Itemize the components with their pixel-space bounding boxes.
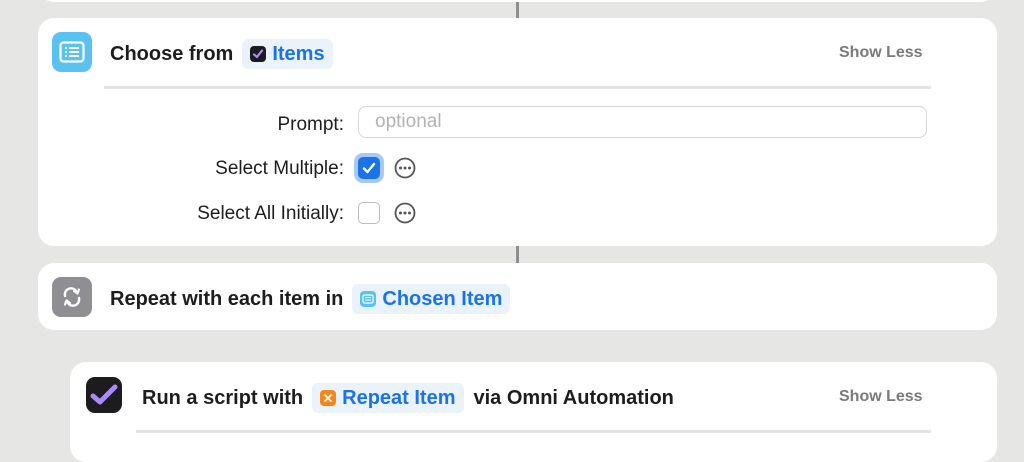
omnifocus-check-icon xyxy=(250,46,267,62)
ellipsis-circle-icon[interactable] xyxy=(394,202,416,224)
token-label: Items xyxy=(272,42,325,65)
prompt-input[interactable] xyxy=(358,106,927,138)
show-less-button[interactable]: Show Less xyxy=(839,388,923,406)
select-all-initially-checkbox[interactable] xyxy=(358,202,380,224)
omnifocus-check-icon xyxy=(86,377,122,413)
select-multiple-label: Select Multiple: xyxy=(215,158,344,179)
repeat-action-card[interactable]: Repeat with each item in Chosen Item xyxy=(38,263,997,330)
items-variable-token[interactable]: Items xyxy=(242,39,333,69)
choose-from-title-row: Choose from Items xyxy=(110,39,333,69)
flow-connector-middle xyxy=(516,246,519,263)
action-title: Run a script with xyxy=(142,386,304,409)
list-icon xyxy=(360,291,377,307)
action-title: Choose from xyxy=(110,42,234,65)
repeat-title-row: Repeat with each item in Chosen Item xyxy=(110,284,511,314)
section-divider xyxy=(136,430,931,433)
variable-x-icon xyxy=(320,390,337,406)
previous-action-card xyxy=(38,0,997,2)
choose-from-action-card[interactable]: Choose from Items Show Less Prompt: Sele… xyxy=(38,18,997,246)
run-script-title-row: Run a script with Repeat Item via Omni A… xyxy=(142,383,674,413)
ellipsis-circle-icon[interactable] xyxy=(394,157,416,179)
repeat-item-variable-token[interactable]: Repeat Item xyxy=(312,383,464,413)
token-label: Repeat Item xyxy=(342,386,456,409)
action-suffix: via Omni Automation xyxy=(473,386,674,409)
checkmark-icon xyxy=(362,162,376,174)
select-multiple-checkbox[interactable] xyxy=(358,157,380,179)
chosen-item-variable-token[interactable]: Chosen Item xyxy=(352,284,511,314)
show-less-button[interactable]: Show Less xyxy=(839,44,923,62)
section-divider xyxy=(104,86,931,89)
flow-connector-top xyxy=(516,0,519,18)
select-all-initially-label: Select All Initially: xyxy=(197,203,344,224)
run-script-action-card[interactable]: Run a script with Repeat Item via Omni A… xyxy=(70,362,997,462)
token-label: Chosen Item xyxy=(382,287,503,310)
action-title: Repeat with each item in xyxy=(110,287,344,310)
repeat-icon xyxy=(52,277,92,317)
prompt-label: Prompt: xyxy=(277,114,344,135)
list-icon xyxy=(52,32,92,72)
